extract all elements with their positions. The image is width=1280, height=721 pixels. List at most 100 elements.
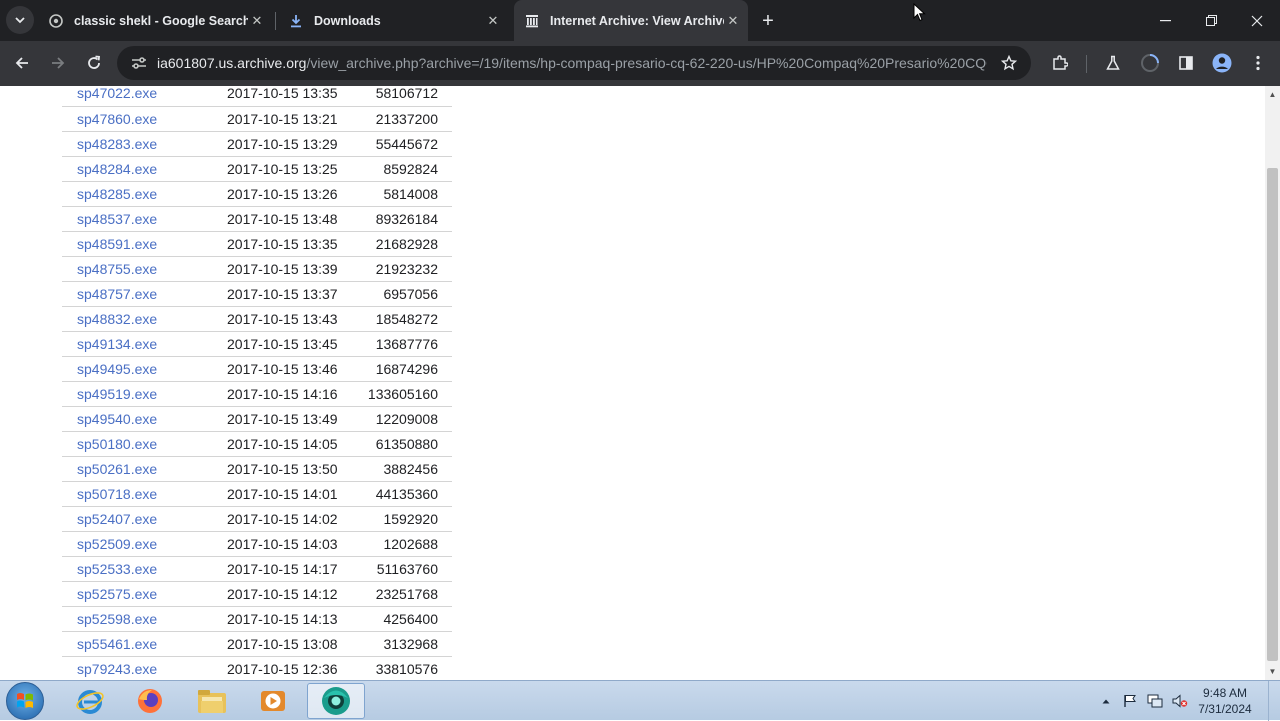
scrollbar-thumb[interactable] bbox=[1267, 168, 1278, 661]
tab-search-button[interactable] bbox=[6, 6, 34, 34]
file-link[interactable]: sp55461.exe bbox=[77, 636, 157, 652]
file-link[interactable]: sp48283.exe bbox=[77, 136, 157, 152]
archive-icon bbox=[524, 13, 540, 29]
close-window-button[interactable] bbox=[1234, 0, 1280, 41]
file-name-cell: sp79243.exe bbox=[62, 656, 212, 680]
table-row: sp48755.exe 2017-10-15 13:39 21923232 bbox=[62, 256, 452, 282]
system-clock[interactable]: 9:48 AM 7/31/2024 bbox=[1192, 685, 1258, 717]
file-date-cell: 2017-10-15 13:45 bbox=[212, 331, 354, 357]
action-center-button[interactable] bbox=[1119, 681, 1141, 721]
file-link[interactable]: sp47022.exe bbox=[77, 86, 157, 101]
file-name-cell: sp52407.exe bbox=[62, 506, 212, 532]
file-link[interactable]: sp79243.exe bbox=[77, 661, 157, 677]
labs-button[interactable] bbox=[1099, 49, 1127, 77]
file-size-cell: 1202688 bbox=[354, 531, 452, 557]
minimize-button[interactable] bbox=[1142, 0, 1188, 41]
arrow-right-icon bbox=[52, 57, 65, 69]
file-link[interactable]: sp48832.exe bbox=[77, 311, 157, 327]
reload-icon bbox=[88, 55, 100, 69]
loading-spinner-icon bbox=[1141, 54, 1159, 72]
tab-downloads[interactable]: Downloads ✕ bbox=[280, 0, 508, 41]
file-date-cell: 2017-10-15 14:17 bbox=[212, 556, 354, 582]
close-icon[interactable]: ✕ bbox=[484, 12, 502, 30]
scroll-down-arrow-icon[interactable]: ▼ bbox=[1265, 663, 1280, 680]
restore-button[interactable] bbox=[1188, 0, 1234, 41]
file-name-cell: sp49540.exe bbox=[62, 406, 212, 432]
loading-extension-button[interactable] bbox=[1136, 49, 1164, 77]
file-link[interactable]: sp49134.exe bbox=[77, 336, 157, 352]
file-name-cell: sp48283.exe bbox=[62, 131, 212, 157]
file-link[interactable]: sp48757.exe bbox=[77, 286, 157, 302]
file-date-cell: 2017-10-15 13:46 bbox=[212, 356, 354, 382]
file-link[interactable]: sp49519.exe bbox=[77, 386, 157, 402]
file-explorer-taskbar-button[interactable] bbox=[183, 683, 241, 719]
file-link[interactable]: sp50718.exe bbox=[77, 486, 157, 502]
forward-button[interactable] bbox=[44, 49, 72, 77]
file-size-cell: 89326184 bbox=[354, 206, 452, 232]
close-icon[interactable]: ✕ bbox=[724, 12, 742, 30]
file-link[interactable]: sp52533.exe bbox=[77, 561, 157, 577]
internet-explorer-taskbar-button[interactable] bbox=[61, 683, 119, 719]
file-name-cell: sp48537.exe bbox=[62, 206, 212, 232]
profile-button[interactable] bbox=[1208, 49, 1236, 77]
reload-button[interactable] bbox=[80, 49, 108, 77]
file-link[interactable]: sp49495.exe bbox=[77, 361, 157, 377]
back-button[interactable] bbox=[8, 49, 36, 77]
address-bar[interactable]: ia601807.us.archive.org/view_archive.php… bbox=[117, 46, 1031, 80]
file-size-cell: 3882456 bbox=[354, 456, 452, 482]
media-player-taskbar-button[interactable] bbox=[244, 683, 302, 719]
file-size-cell: 58106712 bbox=[354, 86, 452, 107]
chrome-icon bbox=[322, 687, 350, 715]
vertical-scrollbar[interactable]: ▲ ▼ bbox=[1265, 86, 1280, 680]
file-size-cell: 61350880 bbox=[354, 431, 452, 457]
file-link[interactable]: sp50180.exe bbox=[77, 436, 157, 452]
network-button[interactable] bbox=[1144, 681, 1166, 721]
file-size-cell: 13687776 bbox=[354, 331, 452, 357]
file-link[interactable]: sp48537.exe bbox=[77, 211, 157, 227]
file-size-cell: 51163760 bbox=[354, 556, 452, 582]
bookmark-star-icon[interactable] bbox=[995, 49, 1023, 77]
extensions-button[interactable] bbox=[1046, 49, 1074, 77]
new-tab-button[interactable]: + bbox=[757, 10, 779, 32]
table-row: sp52533.exe 2017-10-15 14:17 51163760 bbox=[62, 556, 452, 582]
file-size-cell: 44135360 bbox=[354, 481, 452, 507]
file-link[interactable]: sp52509.exe bbox=[77, 536, 157, 552]
chrome-taskbar-button[interactable] bbox=[307, 683, 365, 719]
close-icon[interactable]: ✕ bbox=[248, 12, 266, 30]
file-link[interactable]: sp48284.exe bbox=[77, 161, 157, 177]
side-panel-button[interactable] bbox=[1172, 49, 1200, 77]
file-link[interactable]: sp52575.exe bbox=[77, 586, 157, 602]
file-link[interactable]: sp52407.exe bbox=[77, 511, 157, 527]
start-button[interactable] bbox=[6, 682, 44, 720]
file-date-cell: 2017-10-15 13:43 bbox=[212, 306, 354, 332]
scroll-up-arrow-icon[interactable]: ▲ bbox=[1265, 86, 1280, 103]
menu-button[interactable] bbox=[1244, 49, 1272, 77]
table-row: sp52407.exe 2017-10-15 14:02 1592920 bbox=[62, 506, 452, 532]
table-row: sp48757.exe 2017-10-15 13:37 6957056 bbox=[62, 281, 452, 307]
file-link[interactable]: sp50261.exe bbox=[77, 461, 157, 477]
file-size-cell: 6957056 bbox=[354, 281, 452, 307]
file-link[interactable]: sp49540.exe bbox=[77, 411, 157, 427]
file-link[interactable]: sp48591.exe bbox=[77, 236, 157, 252]
table-row: sp52509.exe 2017-10-15 14:03 1202688 bbox=[62, 531, 452, 557]
firefox-taskbar-button[interactable] bbox=[121, 683, 179, 719]
tab-google-search[interactable]: classic shekl - Google Search ✕ bbox=[40, 0, 272, 41]
show-desktop-button[interactable] bbox=[1268, 681, 1280, 721]
file-size-cell: 21923232 bbox=[354, 256, 452, 282]
file-name-cell: sp52533.exe bbox=[62, 556, 212, 582]
restore-icon bbox=[1205, 15, 1217, 26]
volume-button[interactable] bbox=[1169, 681, 1191, 721]
tab-internet-archive[interactable]: Internet Archive: View Archive ✕ bbox=[514, 0, 748, 41]
clock-date: 7/31/2024 bbox=[1198, 702, 1252, 716]
file-link[interactable]: sp52598.exe bbox=[77, 611, 157, 627]
windows-taskbar: 9:48 AM 7/31/2024 bbox=[0, 680, 1280, 721]
file-link[interactable]: sp48285.exe bbox=[77, 186, 157, 202]
site-settings-icon[interactable] bbox=[125, 49, 153, 77]
show-hidden-icons-button[interactable] bbox=[1099, 681, 1113, 721]
file-name-cell: sp48757.exe bbox=[62, 281, 212, 307]
file-date-cell: 2017-10-15 14:12 bbox=[212, 581, 354, 607]
file-link[interactable]: sp48755.exe bbox=[77, 261, 157, 277]
file-link[interactable]: sp47860.exe bbox=[77, 111, 157, 127]
download-icon bbox=[288, 13, 304, 29]
file-date-cell: 2017-10-15 13:35 bbox=[212, 231, 354, 257]
